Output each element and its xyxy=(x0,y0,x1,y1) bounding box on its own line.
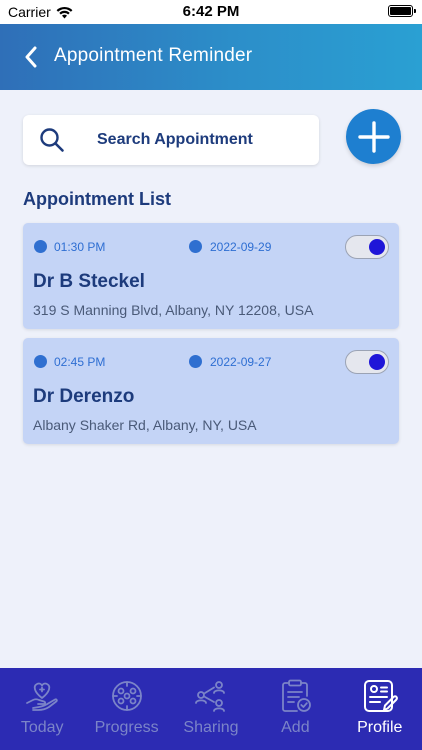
date-dot-icon xyxy=(189,240,202,253)
tab-label: Add xyxy=(281,719,310,736)
toggle-knob xyxy=(369,239,385,255)
appointment-date: 2022-09-29 xyxy=(210,240,272,254)
appointment-time: 02:45 PM xyxy=(54,355,106,369)
plus-icon xyxy=(357,120,390,153)
tab-label: Today xyxy=(20,719,64,736)
sharing-people-icon xyxy=(195,681,225,712)
nav-header: Appointment Reminder xyxy=(0,24,422,90)
status-bar: Carrier 6:42 PM xyxy=(0,0,422,24)
chevron-left-icon xyxy=(25,46,37,68)
tab-progress[interactable]: Progress xyxy=(84,668,168,750)
appointment-date: 2022-09-27 xyxy=(210,355,272,369)
tab-add[interactable]: Add xyxy=(253,668,337,750)
date-dot-icon xyxy=(189,355,202,368)
tab-label: Sharing xyxy=(183,719,239,736)
app-screen: Carrier 6:42 PM Appointment Reminder Sea… xyxy=(0,0,422,750)
toggle-knob xyxy=(369,354,385,370)
page-title: Appointment Reminder xyxy=(54,45,253,66)
tab-label: Progress xyxy=(94,719,159,736)
tab-profile[interactable]: Profile xyxy=(338,668,422,750)
reminder-toggle[interactable] xyxy=(345,235,389,259)
heart-hand-icon xyxy=(26,682,58,711)
doctor-name: Dr B Steckel xyxy=(33,271,145,292)
appointment-card[interactable]: 01:30 PM 2022-09-29 Dr B Steckel 319 S M… xyxy=(23,223,399,329)
search-icon xyxy=(40,128,64,152)
time-dot-icon xyxy=(34,240,47,253)
clock: 6:42 PM xyxy=(182,3,240,20)
search-bar[interactable] xyxy=(23,115,319,165)
clipboard-check-icon xyxy=(282,679,312,712)
battery-icon xyxy=(388,5,416,17)
progress-people-icon xyxy=(111,681,142,711)
doctor-name: Dr Derenzo xyxy=(33,386,135,407)
reminder-toggle[interactable] xyxy=(345,350,389,374)
appointment-address: 319 S Manning Blvd, Albany, NY 12208, US… xyxy=(33,302,314,318)
back-button[interactable] xyxy=(20,45,42,69)
appointment-time: 01:30 PM xyxy=(54,240,106,254)
search-input[interactable] xyxy=(97,127,307,153)
tab-label: Profile xyxy=(357,719,403,736)
tab-today[interactable]: Today xyxy=(0,668,84,750)
add-appointment-button[interactable] xyxy=(346,109,401,164)
profile-edit-icon xyxy=(363,680,398,712)
appointment-card[interactable]: 02:45 PM 2022-09-27 Dr Derenzo Albany Sh… xyxy=(23,338,399,444)
tab-bar: Today Progress Sharing Add Profile xyxy=(0,668,422,750)
section-title: Appointment List xyxy=(23,189,171,209)
appointment-address: Albany Shaker Rd, Albany, NY, USA xyxy=(33,417,257,433)
time-dot-icon xyxy=(34,355,47,368)
tab-sharing[interactable]: Sharing xyxy=(169,668,253,750)
